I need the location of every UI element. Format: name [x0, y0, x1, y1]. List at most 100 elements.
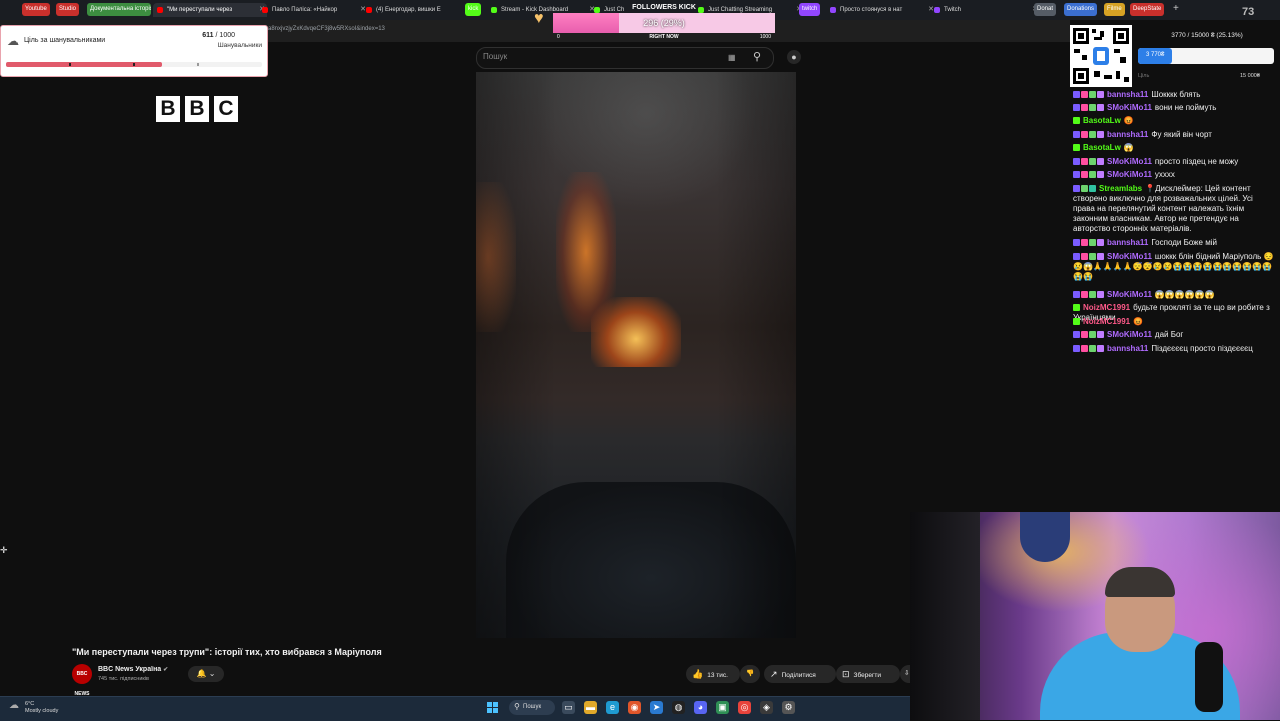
telegram-icon[interactable]: ➤	[650, 701, 663, 714]
chat-username[interactable]: bannsha11	[1107, 238, 1148, 247]
video-vignette	[476, 72, 796, 638]
new-tab-icon[interactable]: +	[1173, 3, 1179, 14]
chat-text: 😱😱😱😱😱😱	[1154, 290, 1215, 299]
chat-username[interactable]: SMoKiMo11	[1107, 103, 1152, 112]
tab-palisa[interactable]: Павло Паліса: «Найкор ✕	[258, 3, 368, 17]
chat-text: ухххх	[1154, 170, 1175, 179]
badge-icon	[1097, 131, 1104, 138]
bookmark-filme[interactable]: Filme	[1104, 3, 1125, 16]
discord-icon[interactable]: ◕	[694, 701, 707, 714]
bookmark-documentary[interactable]: Документальна історія	[87, 3, 151, 16]
bookmark-kick[interactable]: kick	[465, 3, 482, 16]
bookmark-twitch[interactable]: twitch	[799, 3, 821, 16]
tab-twitch[interactable]: Twitch✕	[930, 3, 1040, 17]
badge-icon	[1081, 331, 1088, 338]
settings-icon[interactable]: ⚙	[782, 701, 795, 714]
badge-icon	[1089, 291, 1096, 298]
bookmark-studio[interactable]: Studio	[56, 3, 80, 16]
chat-username[interactable]: bannsha11	[1107, 344, 1148, 353]
badge-icon	[1097, 158, 1104, 165]
tab-label: "Ми переступали через	[167, 7, 233, 13]
windows-start-icon[interactable]	[487, 702, 498, 713]
save-button[interactable]: ⊡ Зберегти	[836, 665, 900, 683]
chat-username[interactable]: NoizMC1991	[1083, 317, 1130, 326]
bookmark-deepstate[interactable]: DeepState	[1130, 3, 1165, 16]
badge-icon	[1073, 304, 1080, 311]
weather-temperature[interactable]: 6°C	[25, 701, 34, 707]
channel-avatar[interactable]: BBC NEWS	[72, 664, 92, 697]
weather-description[interactable]: Mostly cloudy	[25, 708, 58, 714]
badge-icon	[1073, 158, 1080, 165]
chrome-icon[interactable]: ◎	[738, 701, 751, 714]
webcam-emblem	[1020, 512, 1070, 562]
badge-icon	[1089, 239, 1096, 246]
chat-username[interactable]: SMoKiMo11	[1107, 290, 1152, 299]
kick-icon	[491, 7, 497, 13]
share-button[interactable]: ↗ Поділитися	[764, 665, 836, 683]
search-icon[interactable]: ⚲	[753, 50, 761, 63]
youtube-icon	[366, 7, 372, 13]
twitch-icon	[934, 7, 940, 13]
badge-icon	[1097, 253, 1104, 260]
chat-username[interactable]: BasotaLw	[1083, 143, 1121, 152]
chat-message: SMoKiMo11 шоккк блін бідний Маріуполь 😔😢😱…	[1073, 252, 1275, 282]
firefox-icon[interactable]: ◉	[628, 701, 641, 714]
subscribe-bell-button[interactable]: 🔔 ⌄	[188, 666, 224, 682]
chat-text: 😡	[1123, 116, 1134, 125]
chat-username[interactable]: SMoKiMo11	[1107, 170, 1152, 179]
badge-icon	[1097, 171, 1104, 178]
chat-username[interactable]: BasotaLw	[1083, 116, 1121, 125]
badge-icon	[1081, 158, 1088, 165]
chat-text: вони не поймуть	[1154, 103, 1217, 112]
chat-badges	[1073, 130, 1105, 140]
goal-tick	[69, 63, 71, 66]
badge-icon	[1097, 291, 1104, 298]
badge-icon	[1089, 345, 1096, 352]
tab-enerhodar[interactable]: (4) Енергодар, вишки Е✕	[362, 3, 472, 17]
app-icon[interactable]: ▣	[716, 701, 729, 714]
bookmark-donations[interactable]: Donations	[1064, 3, 1098, 16]
streamlabs-icon[interactable]: ◈	[760, 701, 773, 714]
heart-icon: ♥	[534, 10, 544, 27]
chat-badges	[1073, 344, 1105, 354]
chat-username[interactable]: SMoKiMo11	[1107, 252, 1152, 261]
obs-icon[interactable]: ◍	[672, 701, 685, 714]
donation-max: 15 000₴	[1240, 73, 1260, 79]
chat-username[interactable]: Streamlabs	[1099, 184, 1142, 193]
keyboard-icon[interactable]: ▦	[728, 53, 736, 62]
url-text[interactable]: a8nxjvzjyZxKdvqeCF3j8w5RXsoI&index=13	[268, 26, 385, 32]
badge-icon	[1097, 104, 1104, 111]
chat-username[interactable]: SMoKiMo11	[1107, 157, 1152, 166]
like-button[interactable]: 👍 13 тис.	[686, 665, 740, 683]
microphone-icon[interactable]: ●	[787, 50, 801, 64]
badge-icon	[1073, 131, 1080, 138]
chat-message: bannsha11 Фу який він чорт	[1073, 130, 1275, 140]
donation-goal-title: 3770 / 15000 ₴ (25.13%)	[1171, 32, 1243, 39]
tab-twitch-stream[interactable]: Просто стоянуся в нат ✕	[826, 3, 936, 17]
chat-badges	[1073, 157, 1105, 167]
badge-icon	[1073, 171, 1080, 178]
file-explorer-icon[interactable]: ▬	[584, 701, 597, 714]
chat-username[interactable]: NoizMC1991	[1083, 303, 1130, 312]
task-view-icon[interactable]: ▭	[562, 701, 575, 714]
followers-progress-bar: 296 (29%)	[553, 13, 775, 33]
chat-username[interactable]: bannsha11	[1107, 130, 1148, 139]
share-label: Поділитися	[781, 672, 816, 679]
bbc-logo-letter: B	[156, 96, 180, 122]
chat-message: bannsha11 Піздєєєєц просто піздєєєєц	[1073, 344, 1275, 354]
dislike-button[interactable]: 👎	[740, 665, 760, 683]
channel-name[interactable]: BBC News Україна ✔	[98, 666, 168, 673]
chat-message: Streamlabs 📍Дисклеймер: Цей контент створ…	[1073, 184, 1275, 234]
chat-username[interactable]: bannsha11	[1107, 90, 1148, 99]
video-player[interactable]	[476, 72, 796, 638]
bookmark-youtube[interactable]: Youtube	[22, 3, 50, 16]
chat-username[interactable]: SMoKiMo11	[1107, 330, 1152, 339]
bbc-logo-letter: B	[185, 96, 209, 122]
badge-icon	[1073, 345, 1080, 352]
chat-message: bannsha11 Шокккк блять	[1073, 90, 1275, 100]
edge-icon[interactable]: e	[606, 701, 619, 714]
bookmark-icon: ⊡	[842, 669, 850, 679]
badge-icon	[1073, 291, 1080, 298]
tab-youtube-video[interactable]: "Ми переступали через✕	[153, 3, 267, 17]
bookmark-donat[interactable]: Donat	[1034, 3, 1057, 16]
